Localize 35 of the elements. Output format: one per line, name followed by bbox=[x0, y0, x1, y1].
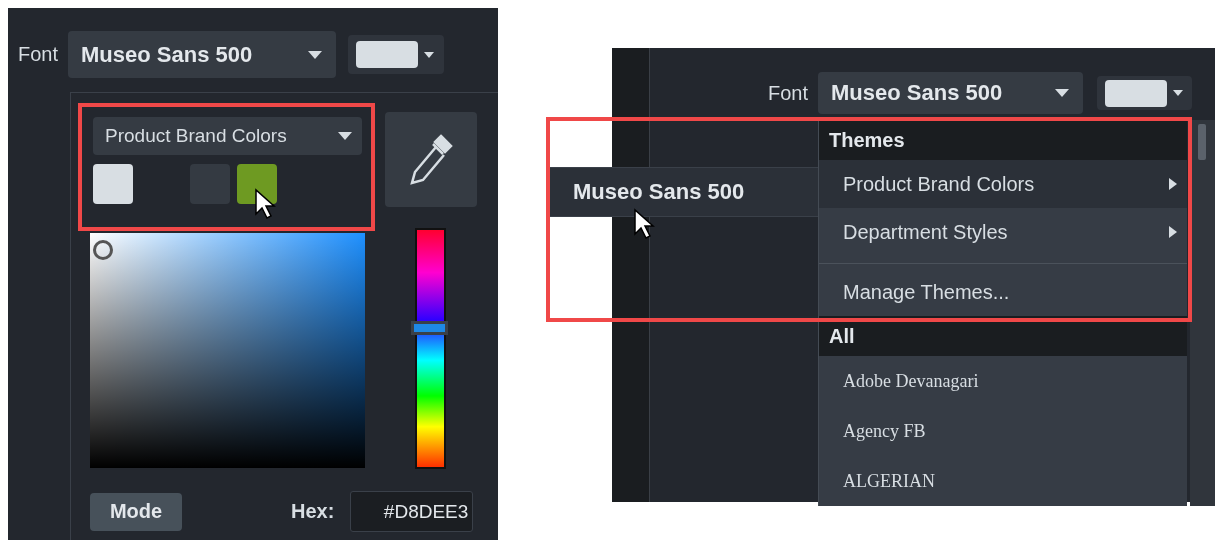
mode-button[interactable]: Mode bbox=[90, 492, 182, 531]
submenu-arrow-icon bbox=[1169, 178, 1177, 190]
eyedropper-button[interactable] bbox=[385, 112, 477, 207]
menu-item[interactable]: ALGERIAN bbox=[819, 456, 1187, 506]
caret-icon bbox=[1055, 89, 1069, 97]
font-dropdown[interactable]: Museo Sans 500 bbox=[68, 31, 337, 78]
color-gradient-field[interactable] bbox=[90, 233, 365, 468]
font-dropdown[interactable]: Museo Sans 500 bbox=[818, 72, 1083, 114]
hex-label: Hex: bbox=[291, 500, 335, 523]
theme-dropdown[interactable]: Product Brand Colors bbox=[93, 117, 362, 155]
menu-item[interactable]: Department Styles bbox=[819, 208, 1187, 256]
hex-field[interactable]: #D8DEE3 bbox=[350, 491, 474, 532]
menu-item[interactable]: Adobe Devanagari bbox=[819, 356, 1187, 406]
menu-section-header: Themes bbox=[819, 120, 1187, 160]
caret-icon bbox=[424, 51, 435, 58]
submenu-arrow-icon bbox=[1169, 226, 1177, 238]
hue-slider-thumb[interactable] bbox=[411, 321, 448, 336]
color-button[interactable] bbox=[348, 35, 445, 74]
caret-icon bbox=[1173, 90, 1183, 96]
caret-icon bbox=[308, 50, 323, 59]
cursor-icon bbox=[254, 188, 276, 220]
color-swatch[interactable] bbox=[93, 164, 133, 204]
menu-item[interactable]: Manage Themes... bbox=[819, 268, 1187, 316]
font-label: Font bbox=[18, 43, 59, 66]
font-label: Font bbox=[767, 81, 808, 105]
caret-icon bbox=[338, 132, 352, 140]
hover-tooltip: Museo Sans 500 bbox=[550, 167, 818, 217]
color-swatch[interactable] bbox=[237, 164, 277, 204]
menu-item[interactable]: Product Brand Colors bbox=[819, 160, 1187, 208]
picker-handle[interactable] bbox=[93, 240, 113, 260]
menu-section-header: All bbox=[819, 316, 1187, 356]
scrollbar[interactable] bbox=[1190, 120, 1215, 506]
color-button[interactable] bbox=[1097, 76, 1192, 110]
menu-item[interactable]: Agency FB bbox=[819, 406, 1187, 456]
cursor-icon bbox=[633, 208, 655, 240]
